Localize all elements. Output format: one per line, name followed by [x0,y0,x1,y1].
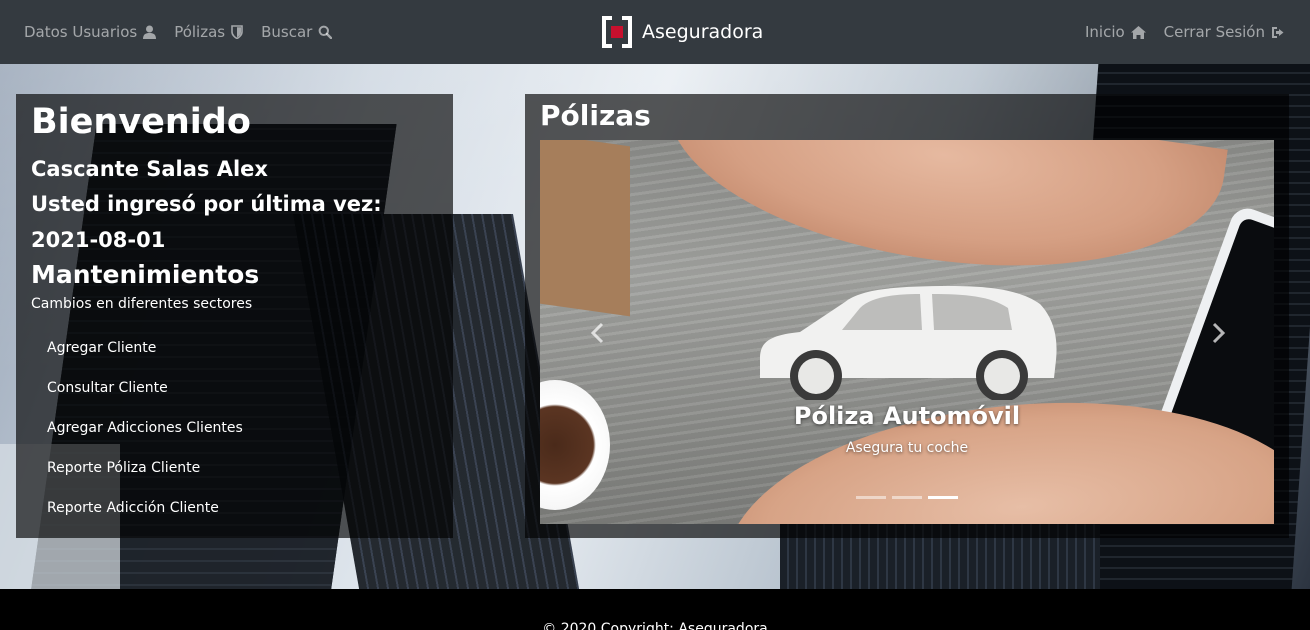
nav-polizas[interactable]: Pólizas [174,23,243,41]
nav-inicio[interactable]: Inicio [1085,23,1146,41]
nav-datos-usuarios[interactable]: Datos Usuarios [24,23,157,41]
car-icon [760,286,1057,400]
menu-consultar-cliente[interactable]: Consultar Cliente [47,368,438,408]
nav-inicio-label: Inicio [1084,23,1125,41]
maintenance-subtitle: Cambios en diferentes sectores [31,296,253,312]
footer-copyright: © 2020 Copyright: Aseguradora [542,621,768,630]
policies-title: Pólizas [540,99,651,132]
slide-subtitle: Asegura tu coche [845,440,969,456]
carousel-indicator-1[interactable] [856,496,886,499]
chevron-right-icon [1212,322,1226,344]
home-icon [1130,25,1146,39]
nav-right-group: Inicio Cerrar Sesión [1085,23,1286,41]
nav-buscar-label: Buscar [261,23,313,41]
menu-reporte-adiccion-cliente[interactable]: Reporte Adicción Cliente [47,488,438,528]
welcome-panel: Bienvenido Cascante Salas Alex Usted ing… [16,94,453,538]
carousel-indicator-3[interactable] [928,496,958,499]
nav-buscar[interactable]: Buscar [261,23,333,41]
carousel-prev-button[interactable] [582,318,612,348]
top-navbar: Datos Usuarios Pólizas Buscar Asegurador… [0,0,1310,64]
welcome-title: Bienvenido [31,102,251,142]
slide-title: Póliza Automóvil [793,402,1021,430]
carousel-next-button[interactable] [1204,318,1234,348]
carousel-indicators [856,496,958,499]
search-icon [318,25,333,39]
nav-polizas-label: Pólizas [174,23,226,41]
policies-panel: Pólizas Póliza Automóvil Asegura tu coch… [525,94,1289,538]
maintenance-title: Mantenimientos [31,260,260,289]
nav-datos-usuarios-label: Datos Usuarios [24,23,138,41]
carousel-indicator-2[interactable] [892,496,922,499]
brand-logo-icon [602,16,632,48]
chevron-left-icon [590,322,604,344]
menu-agregar-cliente[interactable]: Agregar Cliente [47,328,438,368]
nav-left-group: Datos Usuarios Pólizas Buscar [24,23,333,41]
user-icon [143,25,157,39]
brand-name: Aseguradora [642,21,764,43]
menu-reporte-poliza-cliente[interactable]: Reporte Póliza Cliente [47,448,438,488]
maintenance-menu: Agregar Cliente Consultar Cliente Agrega… [31,328,438,528]
policies-carousel[interactable]: Póliza Automóvil Asegura tu coche [540,140,1274,524]
carousel-caption: Póliza Automóvil Asegura tu coche [540,402,1274,456]
nav-cerrar-sesion-label: Cerrar Sesión [1163,23,1265,41]
brand[interactable]: Aseguradora [600,14,763,50]
user-name: Cascante Salas Alex [31,157,268,181]
last-login-text: Usted ingresó por última vez: 2021-08-01 [31,192,382,252]
notebook-image [540,140,630,317]
sign-out-icon [1272,26,1284,38]
shield-icon [231,25,243,39]
footer: © 2020 Copyright: Aseguradora [0,589,1310,630]
menu-agregar-adicciones-clientes[interactable]: Agregar Adicciones Clientes [47,408,438,448]
nav-cerrar-sesion[interactable]: Cerrar Sesión [1164,23,1286,41]
